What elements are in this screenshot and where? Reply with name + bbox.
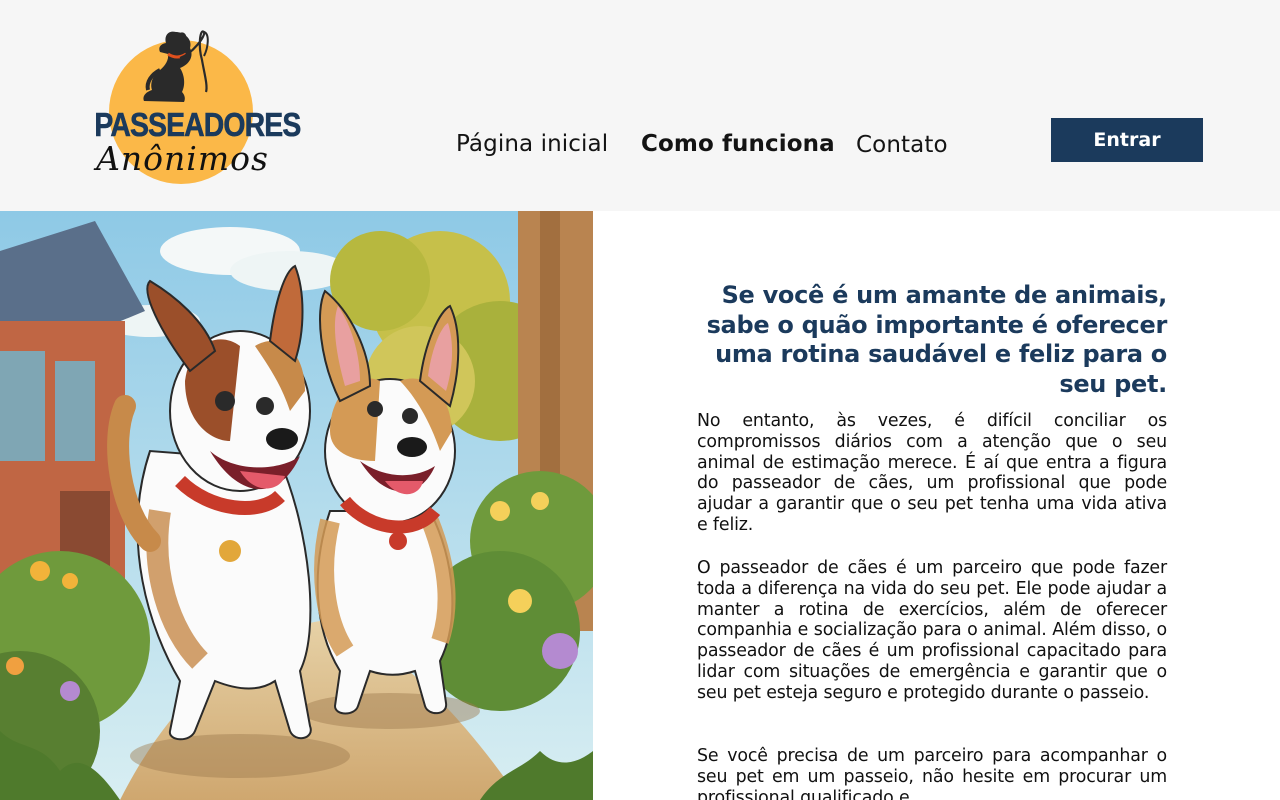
page-headline: Se você é um amante de animais, sabe o q… (706, 281, 1168, 398)
benefits-paragraph: O passeador de cães é um parceiro que po… (697, 558, 1167, 703)
login-button[interactable]: Entrar (1051, 118, 1203, 162)
hero-dogs-illustration (0, 211, 593, 800)
intro-paragraph: No entanto, às vezes, é difícil concilia… (697, 411, 1167, 535)
nav-how-it-works-link[interactable]: Como funciona (641, 131, 835, 157)
main-content: Se você é um amante de animais, sabe o q… (593, 211, 1280, 800)
brand-logo[interactable]: PASSEADORES Anônimos (80, 26, 302, 194)
cta-paragraph: Se você precisa de um parceiro para acom… (697, 746, 1167, 800)
nav-home-link[interactable]: Página inicial (456, 131, 608, 157)
nav-contact-link[interactable]: Contato (856, 132, 948, 158)
site-header: PASSEADORES Anônimos Página inicial Como… (0, 0, 1280, 211)
